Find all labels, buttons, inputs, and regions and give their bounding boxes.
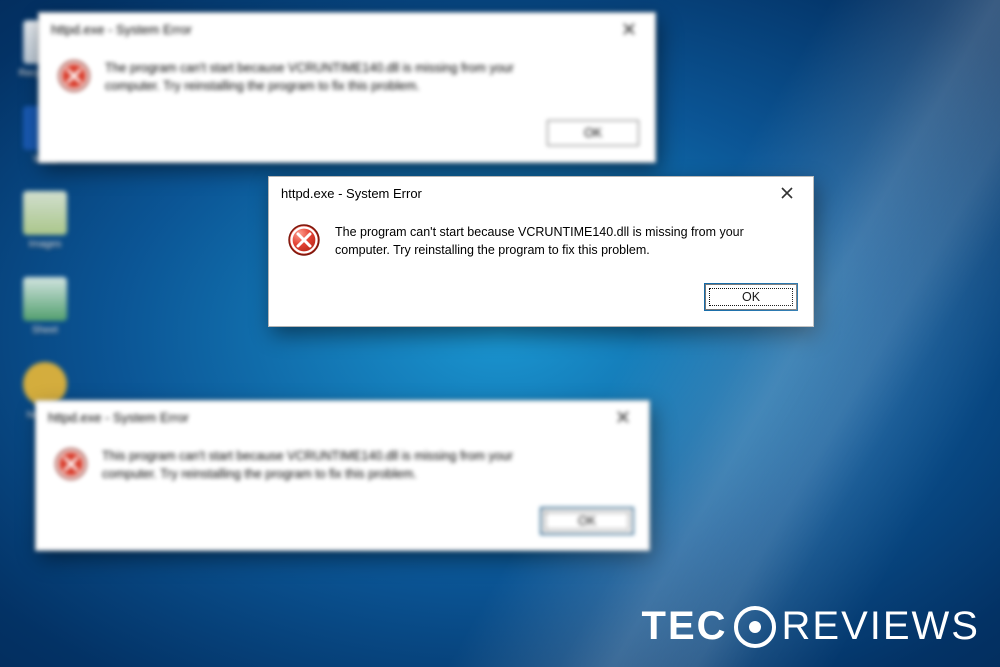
ok-button[interactable]: OK bbox=[547, 120, 639, 146]
desktop-icon-label: Sheet bbox=[32, 325, 58, 337]
watermark-text-left: TEC bbox=[642, 604, 728, 649]
dialog-title: httpd.exe - System Error bbox=[281, 186, 422, 201]
site-watermark: TEC REVIEWS bbox=[642, 604, 980, 649]
pictures-icon bbox=[23, 191, 67, 235]
ok-button[interactable]: OK bbox=[541, 508, 633, 534]
close-button[interactable] bbox=[613, 15, 645, 43]
error-icon bbox=[287, 223, 321, 262]
close-button[interactable] bbox=[607, 403, 639, 431]
desktop-icon-sheet[interactable]: Sheet bbox=[18, 277, 72, 337]
target-icon bbox=[734, 606, 776, 648]
dialog-body: The program can't start because VCRUNTIM… bbox=[269, 209, 813, 274]
dialog-titlebar: httpd.exe - System Error bbox=[36, 401, 649, 433]
error-dialog-bg-top: httpd.exe - System Error The program can… bbox=[38, 12, 656, 163]
error-icon bbox=[54, 447, 88, 486]
desktop-icon-images[interactable]: Images bbox=[18, 191, 72, 251]
dialog-actions: OK bbox=[36, 498, 649, 550]
dialog-titlebar: httpd.exe - System Error bbox=[39, 13, 655, 45]
dialog-actions: OK bbox=[39, 110, 655, 162]
ok-button[interactable]: OK bbox=[705, 284, 797, 310]
dialog-message: The program can't start because VCRUNTIM… bbox=[105, 59, 535, 98]
error-dialog-bg-bottom: httpd.exe - System Error This program ca… bbox=[35, 400, 650, 551]
error-dialog-foreground: httpd.exe - System Error The program can… bbox=[268, 176, 814, 327]
spreadsheet-icon bbox=[23, 277, 67, 321]
dialog-body: This program can't start because VCRUNTI… bbox=[36, 433, 649, 498]
dialog-body: The program can't start because VCRUNTIM… bbox=[39, 45, 655, 110]
dialog-message: The program can't start because VCRUNTIM… bbox=[335, 223, 765, 262]
close-icon bbox=[617, 411, 629, 423]
close-icon bbox=[623, 23, 635, 35]
error-icon bbox=[57, 59, 91, 98]
close-icon bbox=[781, 187, 793, 199]
dialog-titlebar: httpd.exe - System Error bbox=[269, 177, 813, 209]
dialog-title: httpd.exe - System Error bbox=[51, 22, 192, 37]
desktop-icon-label: Images bbox=[29, 239, 62, 251]
close-button[interactable] bbox=[771, 179, 803, 207]
dialog-actions: OK bbox=[269, 274, 813, 326]
dialog-message: This program can't start because VCRUNTI… bbox=[102, 447, 532, 486]
dialog-title: httpd.exe - System Error bbox=[48, 410, 189, 425]
watermark-text-right: REVIEWS bbox=[782, 604, 980, 649]
